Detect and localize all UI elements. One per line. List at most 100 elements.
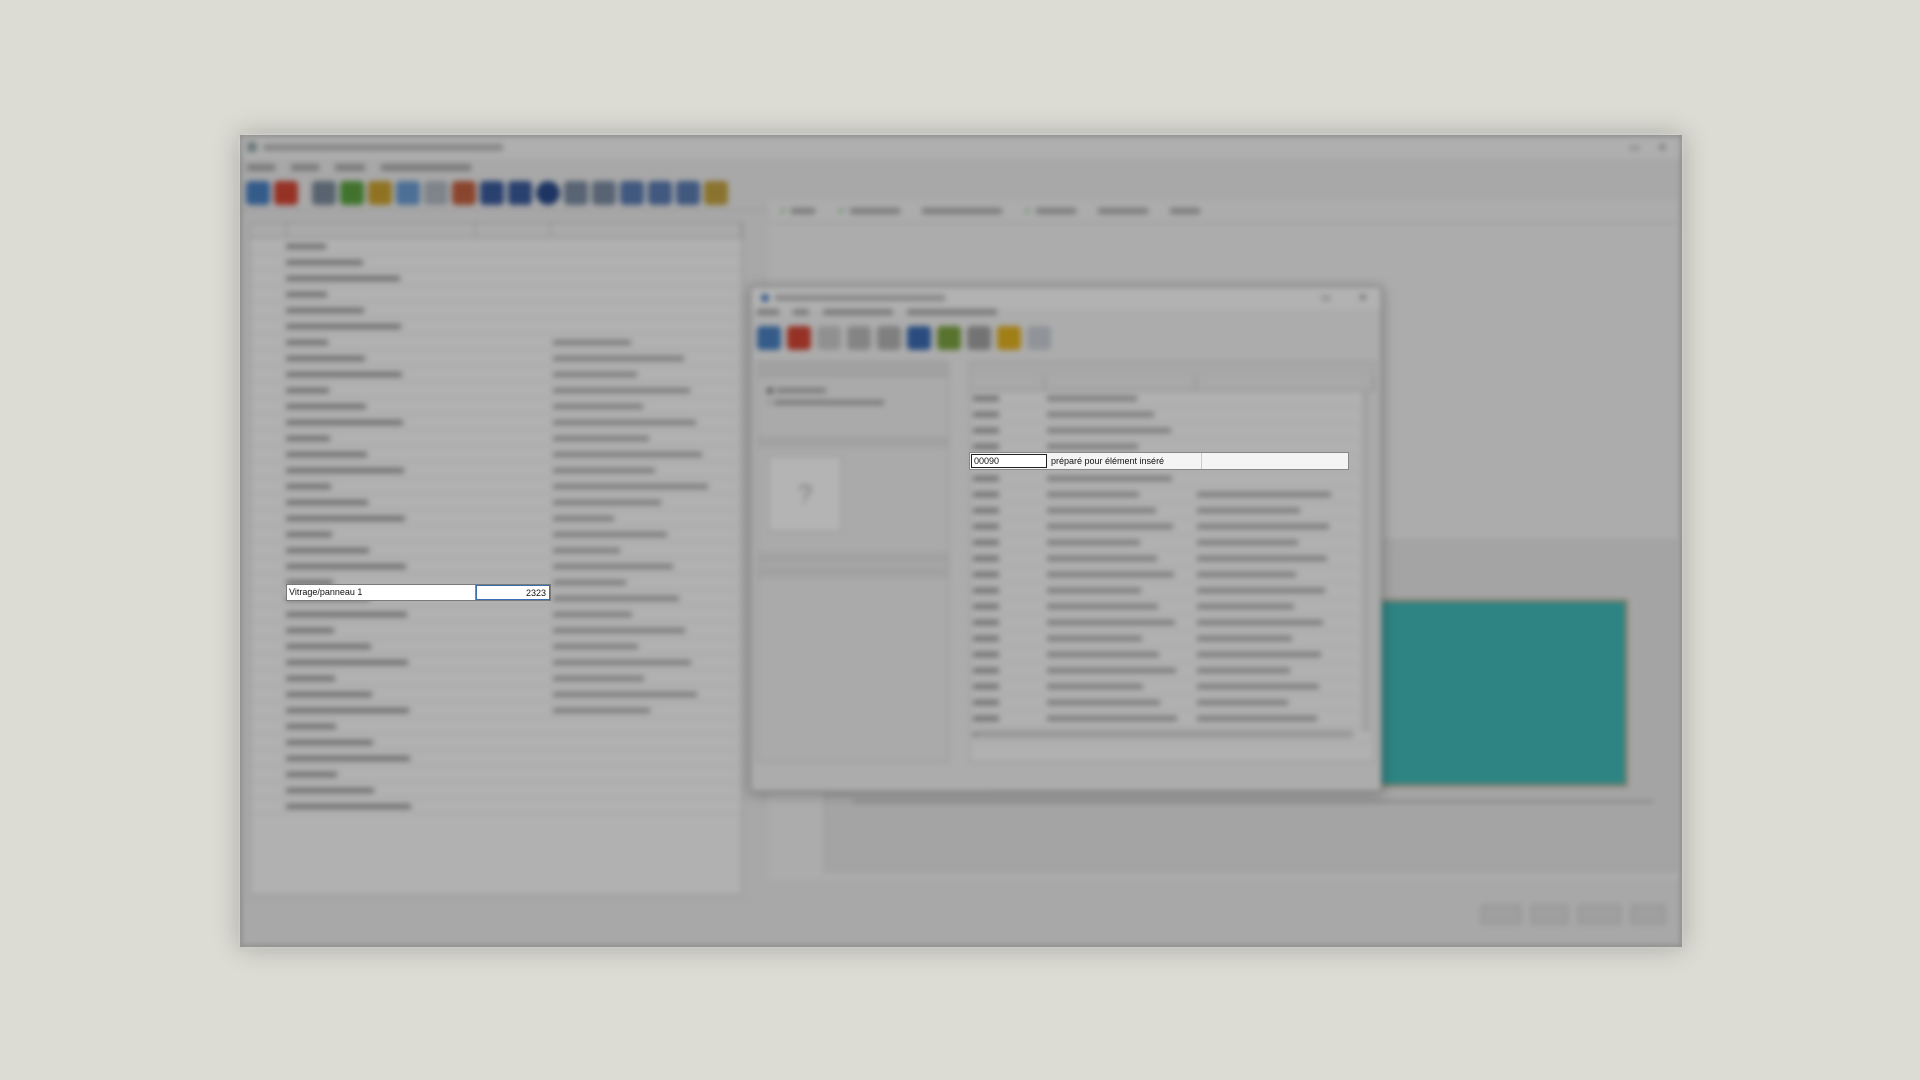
tree-row[interactable] (250, 350, 742, 366)
menu-item[interactable] (381, 163, 471, 171)
tree-row[interactable] (250, 542, 742, 558)
tree-row[interactable] (250, 654, 742, 670)
tree-row[interactable] (250, 622, 742, 638)
restore-icon[interactable]: ▭ (1629, 141, 1639, 154)
tree-row[interactable] (250, 558, 742, 574)
tree-row[interactable] (250, 526, 742, 542)
tree-row[interactable] (250, 334, 742, 350)
edit-icon[interactable] (967, 326, 991, 350)
lookup-row-selected[interactable]: 00090 préparé pour élément inséré (969, 452, 1349, 470)
grid-row[interactable] (970, 695, 1374, 711)
tab[interactable]: ✓ (779, 206, 816, 217)
nav-button[interactable] (1480, 905, 1521, 924)
stop-icon[interactable] (274, 181, 298, 205)
first-record-icon[interactable] (480, 181, 504, 205)
grid-row[interactable] (970, 407, 1374, 423)
menu-item[interactable] (247, 163, 275, 171)
grid-row[interactable] (970, 487, 1374, 503)
tree-row[interactable] (250, 798, 742, 814)
tree-row[interactable] (250, 382, 742, 398)
tool-icon[interactable] (396, 181, 420, 205)
tree-row[interactable] (250, 430, 742, 446)
tool-icon[interactable] (452, 181, 476, 205)
grid-row[interactable] (970, 535, 1374, 551)
home-icon[interactable] (757, 326, 781, 350)
grid-row[interactable] (970, 423, 1374, 439)
home-icon[interactable] (246, 181, 270, 205)
document-icon[interactable] (1027, 326, 1051, 350)
tool-icon[interactable] (340, 181, 364, 205)
menu-item[interactable] (291, 163, 319, 171)
grid-row[interactable] (970, 599, 1374, 615)
tree-row[interactable] (250, 238, 742, 254)
tree-row-vitrage-panneau-1[interactable]: Vitrage/panneau 1 2323 (286, 584, 551, 601)
nav-button[interactable] (1530, 905, 1568, 924)
grid-row[interactable] (970, 615, 1374, 631)
restore-icon[interactable]: ▭ (1321, 293, 1330, 304)
next-record-icon[interactable] (564, 181, 588, 205)
grid-row[interactable] (970, 711, 1374, 727)
menu-item[interactable] (793, 309, 809, 315)
lookup-code-input[interactable]: 00090 (971, 454, 1047, 468)
close-icon[interactable]: ✕ (1359, 293, 1367, 304)
tree-row[interactable] (250, 718, 742, 734)
tool-icon[interactable] (312, 181, 336, 205)
document-icon[interactable] (424, 181, 448, 205)
tool-icon[interactable] (847, 326, 871, 350)
grid-row[interactable] (970, 567, 1374, 583)
tree-row[interactable] (250, 318, 742, 334)
tool-icon[interactable] (817, 326, 841, 350)
nav-button[interactable] (1577, 905, 1621, 924)
grid-row[interactable] (970, 663, 1374, 679)
star-icon[interactable] (997, 326, 1021, 350)
save-icon[interactable] (907, 326, 931, 350)
tree-row[interactable] (250, 302, 742, 318)
tree-row[interactable] (250, 462, 742, 478)
tree-row[interactable] (250, 510, 742, 526)
radio-option[interactable]: ◉ (766, 385, 940, 397)
grid-icon[interactable] (648, 181, 672, 205)
tree-row[interactable] (250, 766, 742, 782)
tree-row[interactable] (250, 286, 742, 302)
tree-row[interactable] (250, 606, 742, 622)
nav-button[interactable] (1630, 905, 1665, 924)
tool-icon[interactable] (368, 181, 392, 205)
tree-row-value-input[interactable]: 2323 (476, 585, 550, 600)
menu-item[interactable] (907, 309, 997, 315)
grid-row[interactable] (970, 679, 1374, 695)
tab[interactable] (1098, 206, 1149, 217)
stop-icon[interactable] (787, 326, 811, 350)
menu-item[interactable] (757, 309, 779, 315)
tree-row[interactable] (250, 414, 742, 430)
tree-row[interactable] (250, 750, 742, 766)
tab[interactable] (921, 206, 1002, 217)
tree-row[interactable] (250, 702, 742, 718)
nav-button[interactable] (1447, 905, 1471, 924)
tree-row[interactable] (250, 782, 742, 798)
previous-record-icon[interactable] (508, 181, 532, 205)
grid-icon[interactable] (676, 181, 700, 205)
tab[interactable]: ✓ (837, 206, 900, 217)
tree-row[interactable] (250, 270, 742, 286)
grid-row[interactable] (970, 519, 1374, 535)
horizontal-scrollbar[interactable] (976, 730, 1354, 738)
tree-row[interactable] (250, 366, 742, 382)
filter-icon[interactable] (877, 326, 901, 350)
close-icon[interactable]: ✕ (1658, 141, 1667, 154)
tree-row[interactable] (250, 446, 742, 462)
tree-row[interactable] (250, 670, 742, 686)
grid-row[interactable] (970, 583, 1374, 599)
tree-row[interactable] (250, 638, 742, 654)
grid-icon[interactable] (620, 181, 644, 205)
tab[interactable]: ✓ (1024, 206, 1077, 217)
tree-row[interactable] (250, 734, 742, 750)
grid-row[interactable] (970, 631, 1374, 647)
tree-row[interactable] (250, 398, 742, 414)
grid-row[interactable] (970, 647, 1374, 663)
radio-option[interactable]: ○ (766, 397, 940, 409)
grid-row[interactable] (970, 471, 1374, 487)
grid-row[interactable] (970, 503, 1374, 519)
grid-row[interactable] (970, 551, 1374, 567)
tree-row[interactable] (250, 494, 742, 510)
vertical-scrollbar[interactable] (1362, 392, 1370, 732)
